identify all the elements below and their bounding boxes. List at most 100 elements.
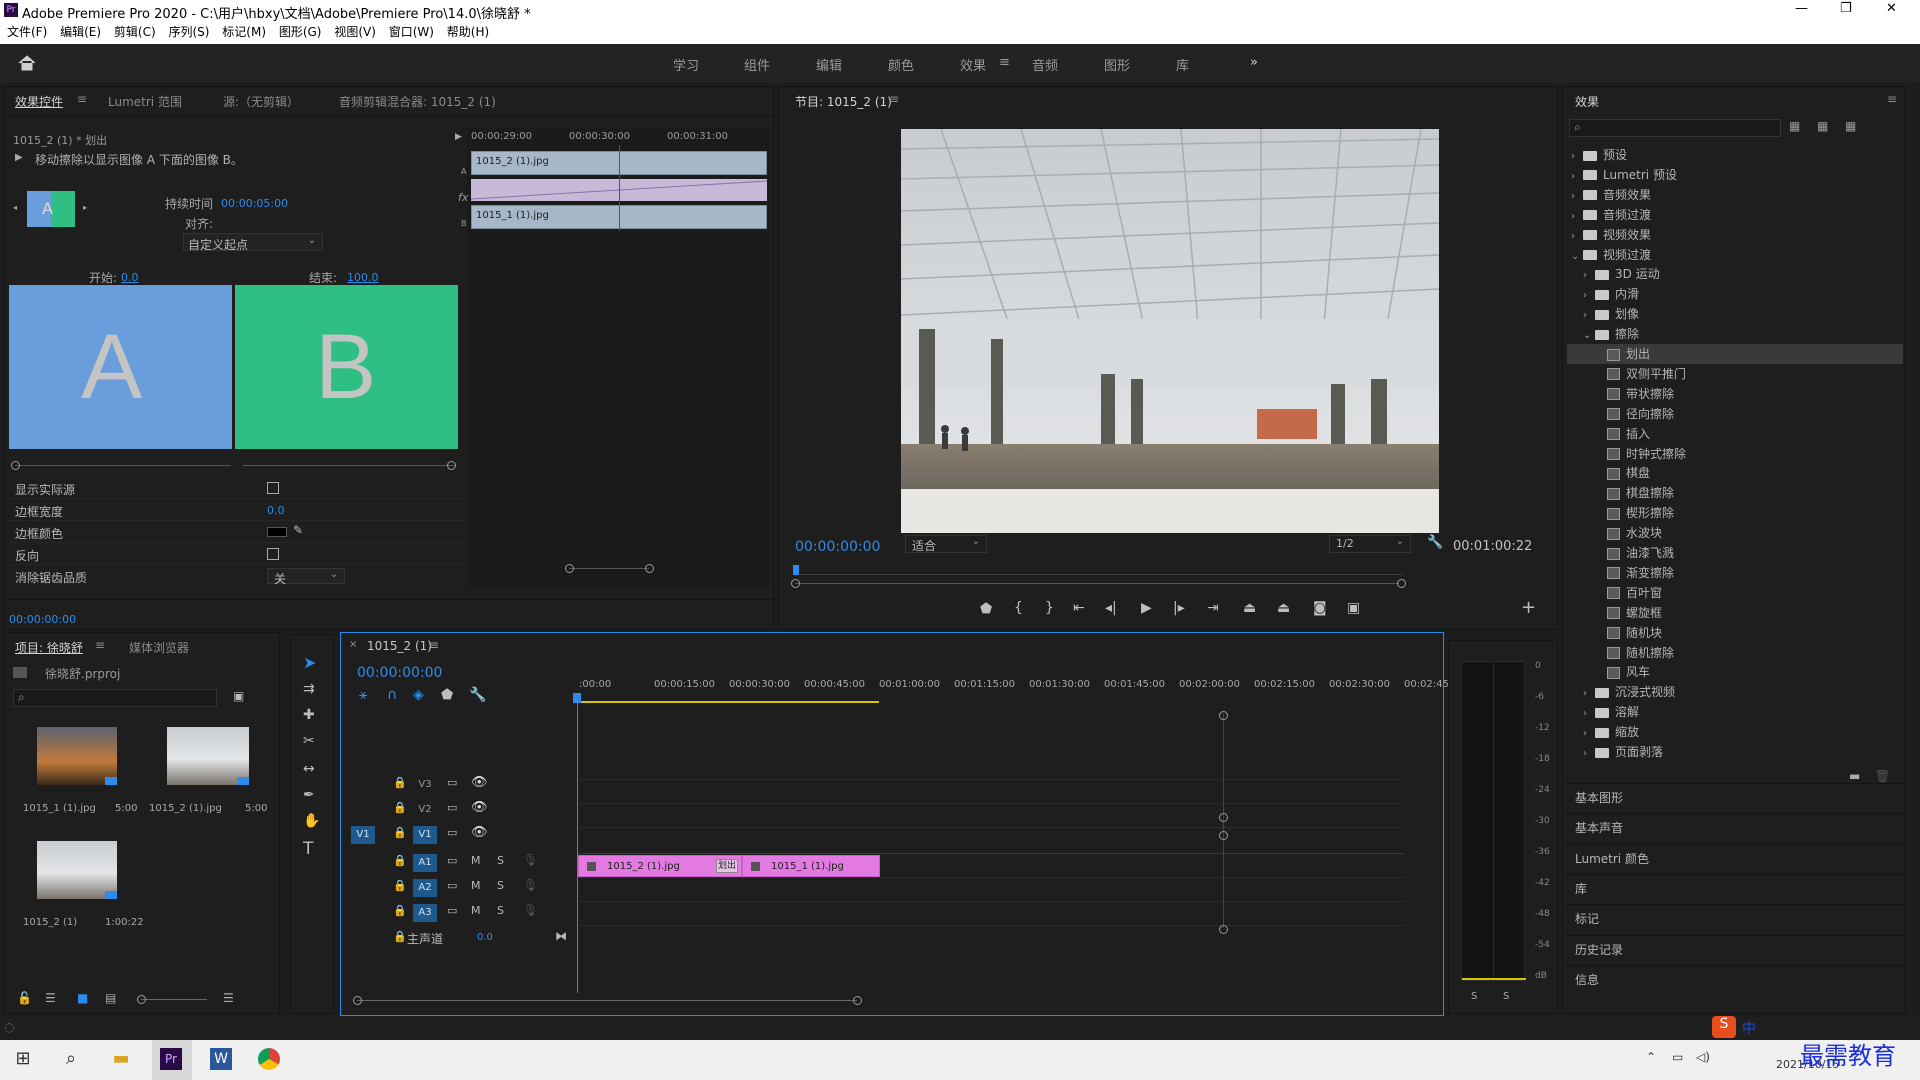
- start-value[interactable]: 0.0: [121, 271, 139, 284]
- end-value[interactable]: 100.0: [347, 271, 379, 284]
- effects-tree-item[interactable]: › Lumetri 预设: [1567, 165, 1903, 185]
- menu-file[interactable]: 文件(F): [7, 22, 47, 42]
- reverse-checkbox[interactable]: [267, 548, 279, 560]
- workspace-graphics[interactable]: 图形: [1104, 55, 1130, 74]
- file-explorer-icon[interactable]: ▬: [106, 1044, 136, 1074]
- end-slider-handle[interactable]: [447, 461, 456, 470]
- effects-tree-item[interactable]: › 划像: [1567, 304, 1903, 324]
- zoom-handle[interactable]: [137, 995, 146, 1004]
- workspace-assembly[interactable]: 组件: [744, 55, 770, 74]
- zoom-handle-left[interactable]: [791, 579, 800, 588]
- toggle-sync-icon[interactable]: ▭: [447, 801, 457, 814]
- fit-dropdown[interactable]: 适合 ⌄: [905, 535, 987, 553]
- toggle-sync-icon[interactable]: ▭: [447, 776, 457, 789]
- add-marker-icon[interactable]: ⬟: [980, 601, 992, 617]
- horizontal-zoom-bar[interactable]: [357, 1000, 857, 1001]
- toggle-sync-icon[interactable]: ▭: [447, 826, 457, 839]
- ripple-edit-tool-icon[interactable]: ✚: [303, 707, 315, 723]
- lock-icon[interactable]: 🔒: [393, 826, 407, 839]
- panel-menu-icon[interactable]: ≡: [429, 638, 439, 652]
- antialiasing-dropdown[interactable]: 关 ⌄: [267, 568, 345, 586]
- resolution-dropdown[interactable]: 1/2 ⌄: [1329, 535, 1411, 553]
- razor-tool-icon[interactable]: ✂: [303, 733, 315, 749]
- effects-tree-item[interactable]: › 预设: [1567, 145, 1903, 165]
- 32bit-filter-icon[interactable]: ▦: [1817, 119, 1828, 133]
- voiceover-mic-icon[interactable]: 🎙: [523, 878, 538, 892]
- tab-lumetri-scopes[interactable]: Lumetri 范围: [108, 93, 182, 110]
- track-target[interactable]: A1: [413, 854, 437, 872]
- track-target[interactable]: A3: [413, 904, 437, 922]
- project-item-3[interactable]: 1015_2 (1) 1:00:22: [15, 841, 144, 939]
- solo-button[interactable]: S: [497, 854, 504, 867]
- edge-right-arrow-icon[interactable]: ▸: [83, 203, 87, 212]
- align-dropdown[interactable]: 自定义起点 ⌄: [183, 233, 323, 252]
- start-slider[interactable]: [15, 465, 231, 466]
- pen-tool-icon[interactable]: ✒: [303, 787, 315, 803]
- mini-zoom-handle-right[interactable]: [645, 564, 654, 573]
- wrench-icon[interactable]: 🔧: [1427, 535, 1443, 550]
- go-to-in-icon[interactable]: ⇤: [1073, 600, 1085, 616]
- program-timecode[interactable]: 00:00:00:00: [795, 539, 880, 555]
- lock-icon[interactable]: 🔒: [393, 904, 407, 917]
- step-forward-icon[interactable]: |▸: [1173, 600, 1185, 616]
- effects-tree-item[interactable]: 随机擦除: [1567, 643, 1903, 663]
- selection-tool-icon[interactable]: ➤: [303, 653, 316, 672]
- effects-section-header[interactable]: 库: [1563, 873, 1905, 903]
- tray-volume-icon[interactable]: ◁): [1696, 1050, 1710, 1064]
- tab-project[interactable]: 项目: 徐晓舒: [15, 639, 83, 656]
- play-transition-icon[interactable]: ▶: [455, 132, 462, 142]
- effects-tree-item[interactable]: 时钟式擦除: [1567, 444, 1903, 464]
- voiceover-mic-icon[interactable]: 🎙: [523, 903, 538, 917]
- icon-view-icon[interactable]: ■: [77, 991, 88, 1005]
- hand-tool-icon[interactable]: ✋: [303, 813, 320, 829]
- lock-icon[interactable]: 🔒: [393, 854, 407, 867]
- settings-wrench-icon[interactable]: 🔧: [469, 687, 486, 703]
- timeline-tab[interactable]: 1015_2 (1): [367, 639, 432, 653]
- menu-view[interactable]: 视图(V): [334, 22, 376, 42]
- toggle-sync-icon[interactable]: ▭: [447, 879, 457, 892]
- mini-zoom-handle-left[interactable]: [565, 564, 574, 573]
- effects-tree-item[interactable]: 带状擦除: [1567, 384, 1903, 404]
- effects-tree-item[interactable]: 百叶窗: [1567, 583, 1903, 603]
- effects-search-input[interactable]: ⌕: [1569, 119, 1781, 137]
- eye-icon[interactable]: 👁: [471, 800, 488, 815]
- toggle-sync-icon[interactable]: ▭: [447, 854, 457, 867]
- effects-tree-item[interactable]: › 视频效果: [1567, 225, 1903, 245]
- effects-section-header[interactable]: 基本图形: [1563, 783, 1905, 812]
- a-zoom-bottom-handle[interactable]: [1219, 925, 1228, 934]
- mini-zoom-bar[interactable]: [569, 568, 649, 569]
- effects-tree-item[interactable]: 渐变擦除: [1567, 563, 1903, 583]
- list-view-icon[interactable]: ☰: [45, 991, 56, 1005]
- menu-marker[interactable]: 标记(M): [222, 22, 266, 42]
- effects-tree-item[interactable]: 水波块: [1567, 523, 1903, 543]
- workspace-effects[interactable]: 效果: [960, 55, 986, 74]
- track-select-tool-icon[interactable]: ⇉: [303, 681, 315, 697]
- solo-right-button[interactable]: S: [1503, 991, 1509, 1002]
- effects-tree-item[interactable]: › 沉浸式视频: [1567, 682, 1903, 702]
- program-monitor-title[interactable]: 节目: 1015_2 (1): [795, 93, 892, 110]
- menu-edit[interactable]: 编辑(E): [60, 22, 101, 42]
- sogou-ime-icon[interactable]: S: [1712, 1016, 1736, 1038]
- effect-controls-timecode[interactable]: 00:00:00:00: [9, 613, 76, 626]
- delete-icon[interactable]: 🗑: [1875, 769, 1890, 783]
- panel-menu-icon[interactable]: ≡: [1887, 92, 1897, 106]
- minimize-button[interactable]: —: [1795, 1, 1808, 16]
- v-zoom-top-handle[interactable]: [1219, 711, 1228, 720]
- program-zoom-bar[interactable]: [795, 583, 1399, 584]
- lock-icon[interactable]: 🔒: [393, 776, 407, 789]
- tab-source[interactable]: 源:（无剪辑）: [223, 93, 299, 110]
- mute-button[interactable]: M: [471, 854, 481, 867]
- effects-tree-item[interactable]: 随机块: [1567, 623, 1903, 643]
- menu-clip[interactable]: 剪辑(C): [114, 22, 156, 42]
- lock-icon[interactable]: 🔒: [393, 801, 407, 814]
- freeform-view-icon[interactable]: ▤: [105, 991, 116, 1005]
- solo-button[interactable]: S: [497, 879, 504, 892]
- home-icon[interactable]: [18, 55, 36, 71]
- effects-tree-item[interactable]: 楔形擦除: [1567, 503, 1903, 523]
- mark-in-icon[interactable]: {: [1014, 600, 1023, 616]
- workspace-color[interactable]: 颜色: [888, 55, 914, 74]
- effects-tree-item[interactable]: › 缩放: [1567, 722, 1903, 742]
- mini-playhead[interactable]: [619, 145, 620, 231]
- border-width-value[interactable]: 0.0: [267, 504, 285, 517]
- tab-audio-clip-mixer[interactable]: 音频剪辑混合器: 1015_2 (1): [339, 93, 496, 110]
